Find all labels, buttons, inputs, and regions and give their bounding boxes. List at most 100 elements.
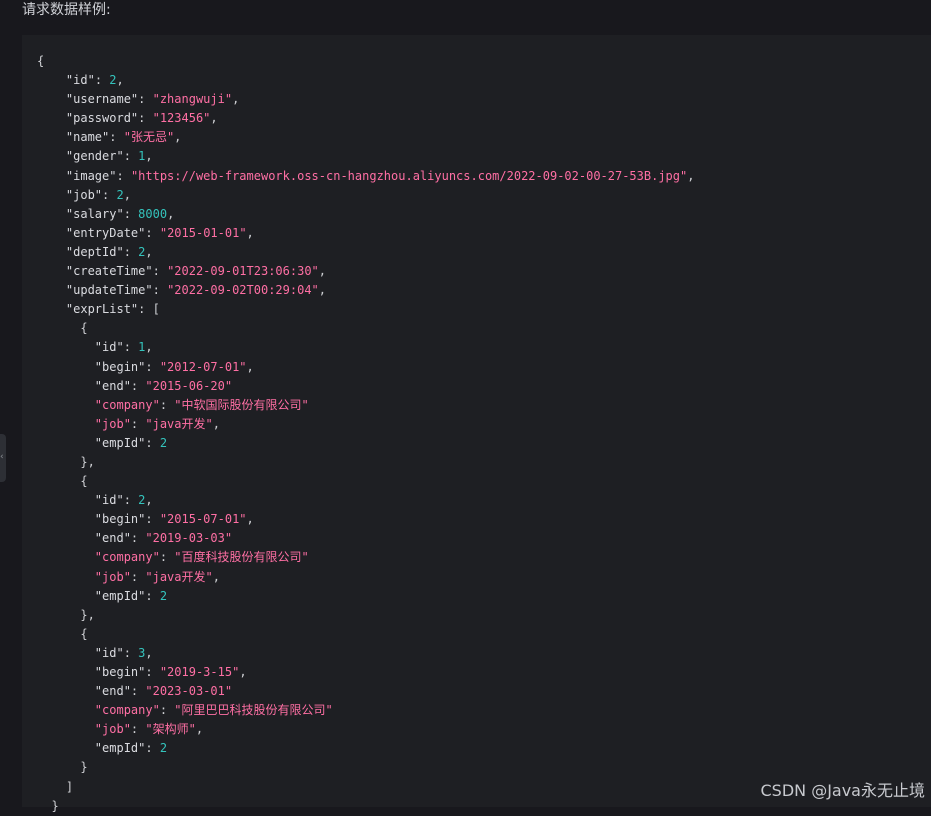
code-token: "阿里巴巴科技股份有限公司": [174, 703, 333, 718]
code-token: :: [123, 645, 139, 660]
code-token: "createTime": [65, 264, 153, 279]
code-token: "2015-06-20": [145, 378, 233, 393]
code-token: "id": [94, 645, 124, 660]
code-token: "2022-09-01T23:06:30": [167, 264, 319, 279]
code-token: "架构师": [145, 722, 196, 737]
code-token: :: [145, 588, 160, 603]
code-token: :: [159, 550, 175, 565]
code-token: ]: [37, 779, 74, 794]
code-token: ,: [246, 512, 254, 527]
code-token: :: [159, 397, 175, 412]
code-line: "end": "2023-03-01": [37, 682, 694, 701]
code-line: "begin": "2015-07-01",: [37, 510, 694, 529]
code-token: :: [145, 512, 160, 527]
code-token: ,: [212, 569, 220, 584]
code-token: :: [123, 206, 139, 221]
code-token: "name": [65, 130, 110, 145]
code-token: "end": [94, 378, 131, 393]
code-line: "job": "java开发",: [37, 568, 694, 587]
code-token: "2023-03-01": [145, 684, 233, 699]
code-token: {: [37, 54, 45, 68]
code-line: "job": "架构师",: [37, 720, 694, 739]
code-token: :: [123, 149, 139, 164]
code-token: "company": [94, 397, 160, 412]
code-token: :: [130, 684, 146, 699]
code-token: :: [130, 722, 146, 737]
code-token: 2: [159, 588, 168, 603]
code-block[interactable]: { "id": 2, "username": "zhangwuji", "pas…: [22, 35, 931, 813]
code-token: {: [37, 626, 88, 641]
code-token: ,: [145, 645, 153, 660]
code-line: "salary": 8000,: [37, 205, 694, 224]
code-token: :: [152, 264, 168, 279]
code-line: "empId": 2: [37, 587, 694, 606]
code-line: },: [37, 606, 694, 625]
code-token: :: [138, 92, 153, 107]
code-line: {: [37, 472, 694, 491]
code-token: "entryDate": [65, 225, 146, 240]
code-token: :: [130, 378, 146, 393]
code-line: "id": 2,: [37, 491, 694, 510]
code-token: :: [145, 665, 160, 679]
code-token: },: [37, 607, 95, 622]
code-token: "id": [94, 493, 124, 508]
code-line: "begin": "2012-07-01",: [37, 358, 694, 377]
section-heading: 请求数据样例:: [22, 2, 111, 18]
code-line: "id": 1,: [37, 338, 694, 357]
code-token: "https://web-framework.oss-cn-hangzhou.a…: [130, 168, 688, 183]
code-line: "deptId": 2,: [37, 243, 694, 262]
code-token: "updateTime": [65, 283, 153, 298]
code-token: :: [138, 111, 153, 126]
code-token: ,: [145, 340, 153, 355]
code-token: {: [37, 474, 88, 489]
code-token: "中软国际股份有限公司": [174, 397, 309, 412]
code-line: "exprList": [: [37, 300, 694, 319]
code-token: "username": [65, 92, 139, 107]
code-line: "updateTime": "2022-09-02T00:29:04",: [37, 281, 694, 300]
code-line: "empId": 2: [37, 434, 694, 453]
code-token: :: [94, 73, 110, 88]
code-token: ,: [239, 665, 247, 679]
code-token: ,: [123, 187, 131, 202]
code-token: :: [123, 493, 139, 508]
code-line: "gender": 1,: [37, 147, 694, 166]
code-token: {: [37, 321, 88, 336]
code-token: :: [123, 244, 139, 259]
code-token: "end": [94, 684, 131, 699]
code-token: ,: [174, 130, 182, 145]
code-token: ,: [195, 722, 204, 737]
code-token: "2019-3-15": [159, 665, 240, 679]
watermark: CSDN @Java永无止境: [760, 781, 925, 800]
code-token: ,: [116, 73, 124, 88]
code-token: :: [145, 741, 160, 756]
code-line: "id": 3,: [37, 644, 694, 663]
code-token: "id": [94, 340, 124, 355]
code-token: ,: [145, 149, 153, 164]
code-token: :: [116, 168, 131, 183]
code-token: :: [130, 416, 146, 431]
chevron-left-icon[interactable]: ‹: [0, 450, 6, 464]
code-token: : [: [138, 302, 160, 317]
code-token: "2015-07-01": [159, 512, 247, 527]
